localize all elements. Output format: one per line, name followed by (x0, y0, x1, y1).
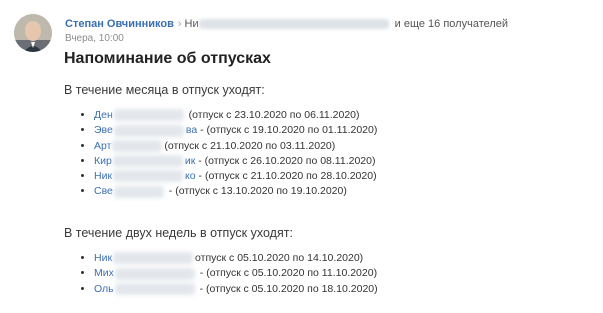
blurred-name (113, 109, 184, 122)
employee-link[interactable]: Ник (94, 252, 112, 264)
employee-link[interactable]: Све (94, 185, 113, 197)
recipient-name[interactable]: Ни (185, 18, 199, 30)
vacation-period: (отпуск с 26.10.2020 по 08.11.2020) (204, 154, 376, 167)
vacation-period: (отпуск с 05.10.2020 по 18.10.2020) (206, 282, 378, 295)
employee-link[interactable]: Оль (94, 283, 114, 295)
list-item: Оль - (отпуск с 05.10.2020 по 18.10.2020… (94, 282, 378, 297)
avatar-photo (14, 14, 52, 52)
message-subject: Напоминание об отпусках (64, 50, 271, 67)
list-item: Све - (отпуск с 13.10.2020 по 19.10.2020… (94, 184, 377, 199)
blurred-name (114, 267, 195, 280)
employee-link[interactable]: Арт (94, 140, 111, 152)
month-section-title: В течение месяца в отпуск уходят: (64, 83, 265, 97)
blurred-name (112, 139, 163, 152)
list-item: Ник отпуск с 05.10.2020 по 14.10.2020) (94, 251, 378, 266)
employee-link[interactable]: Мих (94, 267, 114, 279)
vacation-period: (отпуск с 13.10.2020 по 19.10.2020) (175, 185, 347, 198)
list-item: Кирик - (отпуск с 26.10.2020 по 08.11.20… (94, 154, 377, 169)
list-item: Ден (отпуск с 23.10.2020 по 06.11.2020) (94, 108, 377, 123)
sender-name[interactable]: Степан Овчинников (65, 18, 174, 30)
list-item: Эвева - (отпуск с 19.10.2020 по 01.11.20… (94, 123, 377, 138)
avatar[interactable] (14, 14, 52, 52)
blurred-name (114, 282, 195, 295)
more-recipients-link[interactable]: и еще 16 получателей (395, 18, 508, 30)
vacation-period: (отпуск с 21.10.2020 по 28.10.2020) (204, 170, 377, 183)
blurred-recipients (198, 19, 389, 30)
blurred-name (113, 124, 184, 137)
employee-link[interactable]: Ник (94, 170, 112, 182)
blurred-name (113, 252, 194, 265)
two-weeks-vacation-list: Ник отпуск с 05.10.2020 по 14.10.2020) Ми… (78, 251, 378, 297)
employee-link[interactable]: Эве (94, 124, 113, 136)
month-vacation-list: Ден (отпуск с 23.10.2020 по 06.11.2020) … (78, 108, 377, 200)
list-item: Мих - (отпуск с 05.10.2020 по 11.10.2020… (94, 266, 378, 281)
two-weeks-section-title: В течение двух недель в отпуск уходят: (64, 226, 293, 240)
list-item: Арт (отпуск с 21.10.2020 по 03.11.2020) (94, 139, 377, 154)
vacation-period: (отпуск с 05.10.2020 по 11.10.2020) (206, 267, 378, 280)
blurred-name (112, 155, 183, 168)
vacation-period: (отпуск с 23.10.2020 по 06.11.2020) (188, 109, 360, 121)
blurred-name (113, 170, 184, 183)
vacation-period: отпуск с 05.10.2020 по 14.10.2020) (195, 252, 364, 264)
employee-link[interactable]: Ден (94, 109, 113, 121)
message-date: Вчера, 10:00 (65, 33, 124, 44)
list-item: Никко - (отпуск с 21.10.2020 по 28.10.20… (94, 169, 377, 184)
arrow-right-icon: › (177, 18, 182, 30)
employee-link[interactable]: Кир (94, 155, 112, 167)
blurred-name (113, 185, 164, 198)
vacation-period: (отпуск с 19.10.2020 по 01.11.2020) (206, 124, 378, 137)
vacation-period: (отпуск с 21.10.2020 по 03.11.2020) (164, 139, 336, 152)
message-header: Степан Овчинников › Ни и еще 16 получателей (65, 16, 597, 32)
